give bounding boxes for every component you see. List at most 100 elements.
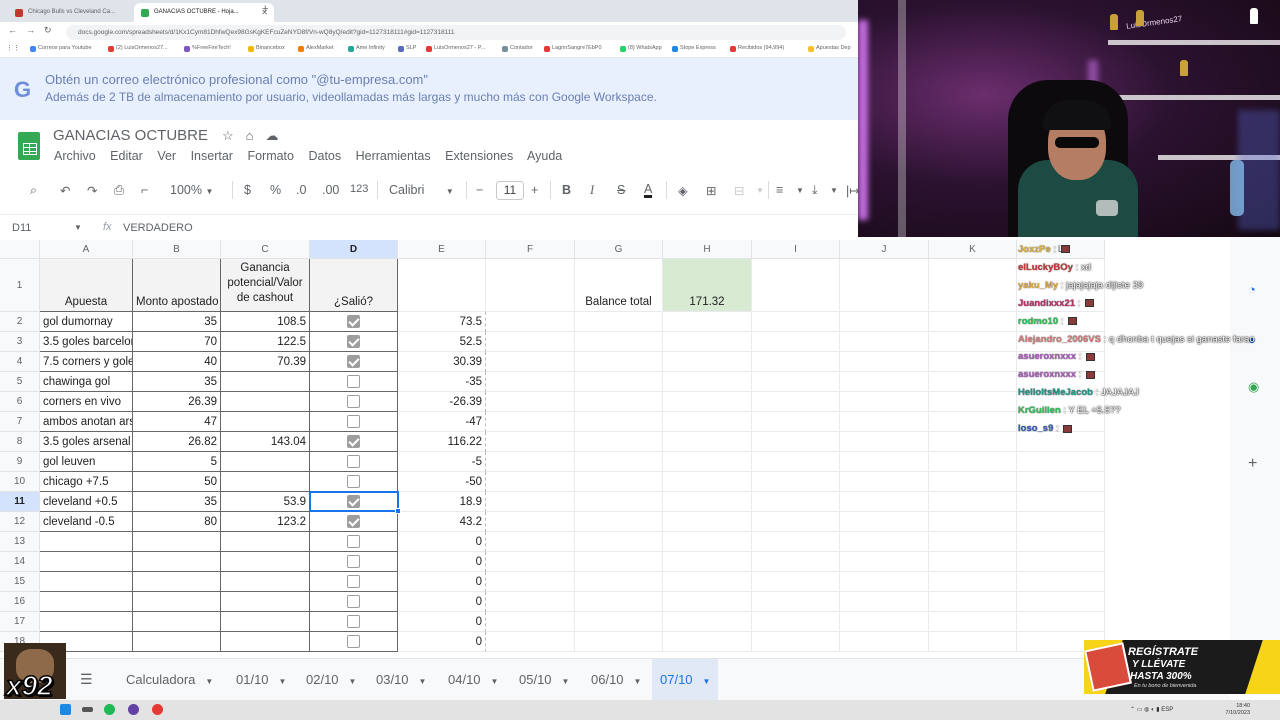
- column-header-j[interactable]: J: [840, 240, 929, 259]
- result-cell[interactable]: 0: [398, 632, 486, 652]
- cell[interactable]: [752, 352, 840, 372]
- amount-cell[interactable]: [133, 532, 221, 552]
- won-checkbox-cell[interactable]: [310, 592, 398, 612]
- cell[interactable]: [752, 572, 840, 592]
- checkbox-checked[interactable]: [347, 315, 360, 328]
- potential-gain-cell[interactable]: 53.9: [221, 492, 310, 512]
- potential-gain-cell[interactable]: [221, 552, 310, 572]
- task-view-icon[interactable]: [82, 707, 93, 712]
- won-checkbox-cell[interactable]: [310, 392, 398, 412]
- row-header[interactable]: 8: [0, 432, 40, 452]
- italic-button[interactable]: I: [590, 183, 594, 198]
- bet-name-cell[interactable]: chawinga gol: [40, 372, 133, 392]
- checkbox-checked[interactable]: [347, 355, 360, 368]
- result-cell[interactable]: 0: [398, 592, 486, 612]
- cell[interactable]: [663, 572, 752, 592]
- bookmark-item[interactable]: (8) WhatsApp: [620, 45, 662, 52]
- cell[interactable]: [486, 512, 575, 532]
- all-sheets-icon[interactable]: ☰: [80, 671, 93, 688]
- amount-cell[interactable]: [133, 572, 221, 592]
- result-cell[interactable]: -50: [398, 472, 486, 492]
- won-checkbox-cell[interactable]: [310, 552, 398, 572]
- column-title-salio[interactable]: ¿Salió?: [310, 259, 398, 312]
- column-header-a[interactable]: A: [40, 240, 133, 259]
- decrease-decimal-button[interactable]: .0: [296, 183, 306, 197]
- column-header-c[interactable]: C: [221, 240, 310, 259]
- fill-handle[interactable]: [395, 508, 401, 514]
- cell[interactable]: [575, 432, 663, 452]
- bookmark-item[interactable]: Recibidos (94,994): [730, 45, 784, 52]
- potential-gain-cell[interactable]: [221, 392, 310, 412]
- cell[interactable]: [486, 492, 575, 512]
- cell[interactable]: [663, 372, 752, 392]
- checkbox-unchecked[interactable]: [347, 615, 360, 628]
- amount-cell[interactable]: 47: [133, 412, 221, 432]
- bet-name-cell[interactable]: [40, 572, 133, 592]
- sheet-tab-active[interactable]: 07/10 ▼: [652, 659, 719, 701]
- checkbox-unchecked[interactable]: [347, 535, 360, 548]
- potential-gain-cell[interactable]: 123.2: [221, 512, 310, 532]
- won-checkbox-cell[interactable]: [310, 512, 398, 532]
- cell[interactable]: [1017, 472, 1105, 492]
- discord-icon[interactable]: [128, 704, 139, 715]
- result-cell[interactable]: 30.39: [398, 352, 486, 372]
- font-select[interactable]: Calibri ▼: [389, 183, 454, 197]
- cell[interactable]: [752, 392, 840, 412]
- sheet-tab[interactable]: 04/10 ▼: [440, 659, 506, 701]
- bet-name-cell[interactable]: gol leuven: [40, 452, 133, 472]
- menu-insertar[interactable]: Insertar: [191, 149, 233, 163]
- select-all-corner[interactable]: [0, 240, 40, 259]
- cell[interactable]: [752, 259, 840, 312]
- checkbox-unchecked[interactable]: [347, 415, 360, 428]
- bookmark-item[interactable]: Apuestas Dep: [808, 45, 851, 52]
- cell[interactable]: [929, 472, 1017, 492]
- won-checkbox-cell[interactable]: [310, 472, 398, 492]
- cell[interactable]: [663, 452, 752, 472]
- cell[interactable]: [575, 592, 663, 612]
- currency-format-button[interactable]: $: [244, 183, 251, 197]
- result-cell[interactable]: 73.5: [398, 312, 486, 332]
- cell[interactable]: [929, 392, 1017, 412]
- column-header-i[interactable]: I: [752, 240, 840, 259]
- cell[interactable]: [575, 512, 663, 532]
- cell[interactable]: [575, 332, 663, 352]
- won-checkbox-cell[interactable]: [310, 452, 398, 472]
- column-header-h[interactable]: H: [663, 240, 752, 259]
- menu-archivo[interactable]: Archivo: [54, 149, 96, 163]
- cell[interactable]: [486, 452, 575, 472]
- won-checkbox-cell[interactable]: [310, 532, 398, 552]
- cell[interactable]: [1017, 572, 1105, 592]
- cell[interactable]: [929, 612, 1017, 632]
- balance-value[interactable]: 171.32: [663, 259, 752, 312]
- result-cell[interactable]: -26.39: [398, 392, 486, 412]
- cell[interactable]: [575, 412, 663, 432]
- cell[interactable]: [752, 492, 840, 512]
- cell[interactable]: [575, 472, 663, 492]
- cell[interactable]: [929, 312, 1017, 332]
- result-cell[interactable]: -35: [398, 372, 486, 392]
- sheet-tab[interactable]: 05/10 ▼: [511, 659, 577, 701]
- cell[interactable]: [840, 592, 929, 612]
- amount-cell[interactable]: 40: [133, 352, 221, 372]
- bookmark-item[interactable]: AlexMarket: [298, 45, 334, 52]
- bet-name-cell[interactable]: ambos anotan arsenal y +3.5 goles: [40, 412, 133, 432]
- sheet-tab[interactable]: 01/10 ▼: [228, 659, 294, 701]
- name-box[interactable]: D11: [12, 222, 31, 234]
- potential-gain-cell[interactable]: [221, 632, 310, 652]
- cell[interactable]: [663, 592, 752, 612]
- cell[interactable]: [486, 592, 575, 612]
- menu-herramientas[interactable]: Herramientas: [356, 149, 431, 163]
- row-header[interactable]: 3: [0, 332, 40, 352]
- battery-icon[interactable]: ▮: [1156, 707, 1159, 713]
- cell[interactable]: [752, 612, 840, 632]
- won-checkbox-cell[interactable]: [310, 332, 398, 352]
- cell[interactable]: [840, 552, 929, 572]
- merge-cells-icon[interactable]: ⊟: [734, 183, 744, 198]
- cell[interactable]: [840, 259, 929, 312]
- bookmark-item[interactable]: Binancebox: [248, 45, 285, 52]
- cell[interactable]: [486, 472, 575, 492]
- start-icon[interactable]: [60, 704, 71, 715]
- cell[interactable]: [929, 372, 1017, 392]
- cell[interactable]: [398, 259, 486, 312]
- cell[interactable]: [840, 452, 929, 472]
